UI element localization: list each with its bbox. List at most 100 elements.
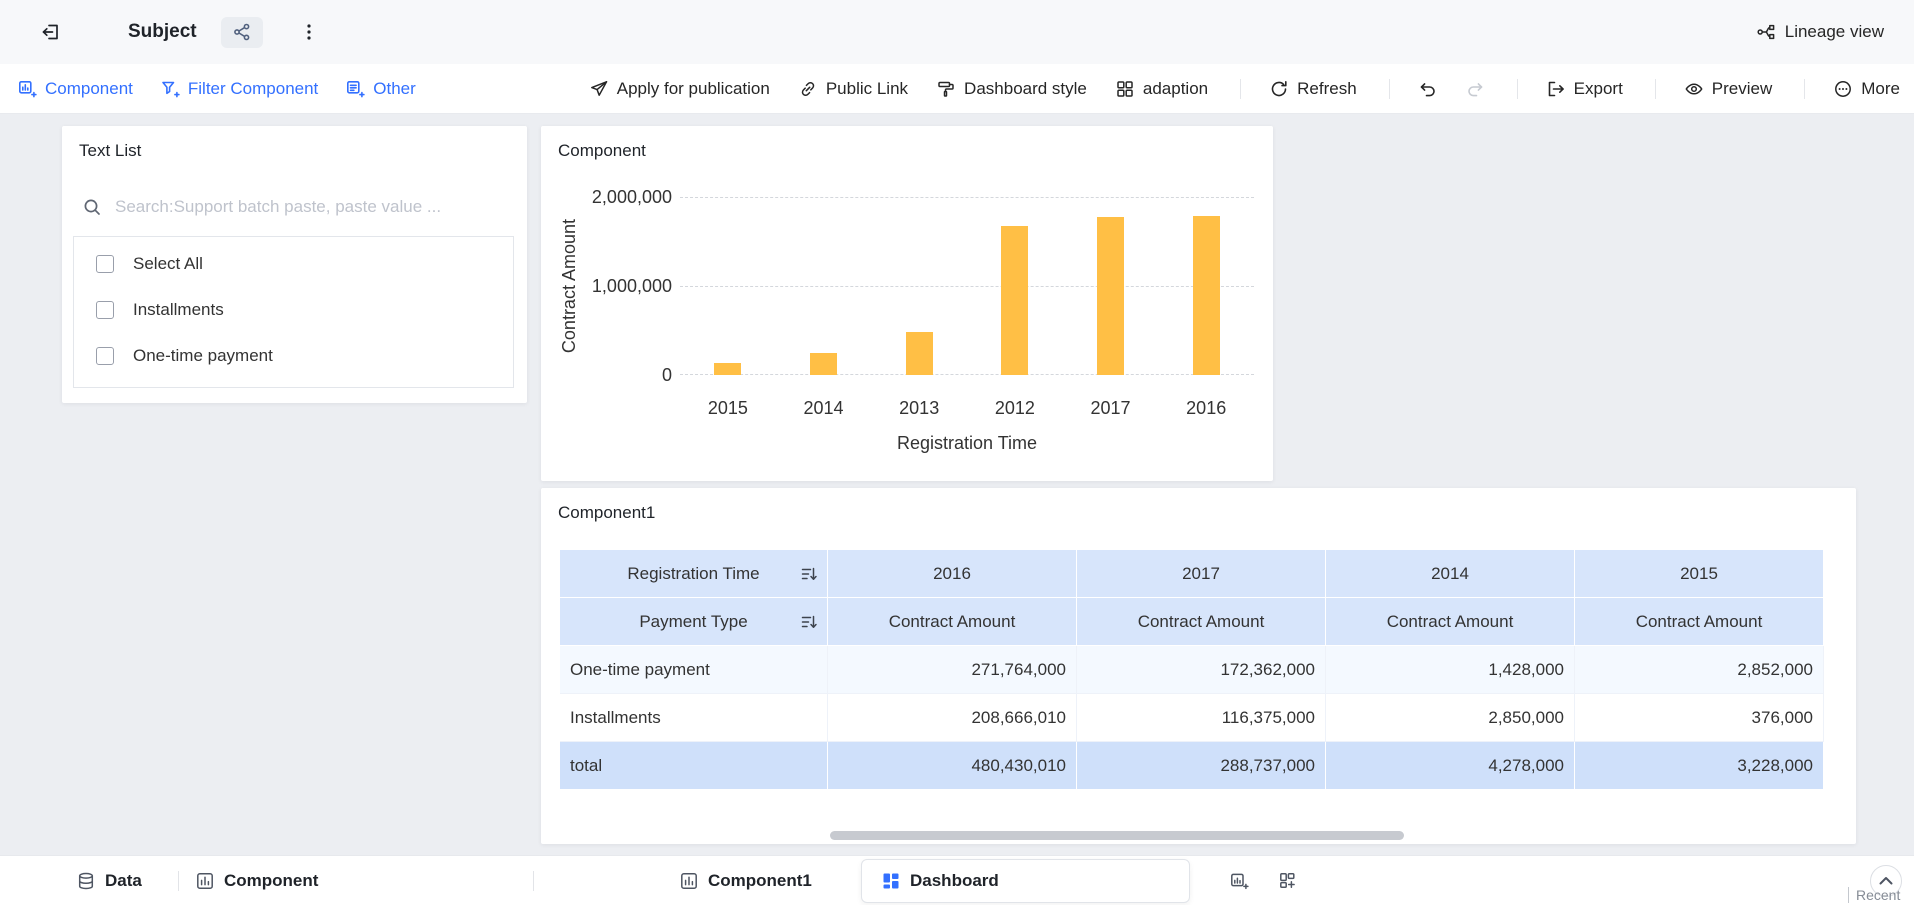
toolbar-separator — [1654, 78, 1656, 99]
tab-component-label: Component — [224, 870, 319, 890]
search-input[interactable] — [115, 197, 507, 217]
redo-icon — [1465, 79, 1485, 99]
more-menu-button[interactable] — [299, 22, 319, 42]
export-icon — [1546, 79, 1566, 99]
x-tick-2015: 2015 — [707, 398, 748, 418]
add-component-tab-button[interactable] — [1229, 871, 1249, 891]
header-cell-year: 2017 — [1077, 550, 1326, 598]
filter-option-one-time-payment[interactable]: One-time payment — [74, 333, 513, 379]
bar-2017[interactable] — [1097, 217, 1125, 375]
recent-label[interactable]: Recent — [1848, 887, 1900, 903]
x-tick-row: 2015 2014 2013 2012 2017 2016 — [680, 398, 1254, 419]
cell-value: 376,000 — [1575, 694, 1824, 742]
search-icon — [82, 197, 102, 217]
bar-slot — [1063, 197, 1159, 375]
header-cell-measure: Contract Amount — [1077, 598, 1326, 646]
tab-component1[interactable]: Component1 — [679, 856, 812, 905]
dashboard-canvas: Text List Select All Installments — [0, 114, 1914, 855]
add-filter-component-button[interactable]: Filter Component — [160, 79, 318, 99]
bar-2014[interactable] — [810, 352, 837, 375]
tab-data[interactable]: Data — [76, 856, 142, 905]
bar-slot — [967, 197, 1063, 375]
search-row — [82, 197, 507, 217]
component-icon — [17, 79, 37, 99]
export-label: Export — [1573, 78, 1623, 98]
apply-publication-label: Apply for publication — [616, 78, 770, 98]
toolbar: Component Filter Component Other Apply f… — [0, 64, 1914, 114]
table-subheader-row: Payment Type Contract Amount Contract Am… — [560, 598, 1824, 646]
lineage-view-button[interactable]: Lineage view — [1756, 22, 1884, 42]
text-list-filter-card[interactable]: Text List Select All Installments — [62, 126, 527, 403]
bar-2013[interactable] — [905, 332, 933, 375]
filter-card-title: Text List — [79, 141, 142, 160]
link-icon — [798, 79, 818, 99]
add-component-button[interactable]: Component — [17, 79, 133, 99]
other-icon — [345, 79, 365, 99]
add-other-label: Other — [373, 78, 416, 98]
bar-2016[interactable] — [1192, 215, 1220, 375]
bar-chart-icon — [195, 871, 215, 891]
refresh-button[interactable]: Refresh — [1269, 79, 1357, 99]
header-cell-measure: Contract Amount — [1575, 598, 1824, 646]
add-other-button[interactable]: Other — [345, 79, 416, 99]
tab-separator — [178, 871, 179, 891]
tab-dashboard-label: Dashboard — [910, 871, 999, 890]
tab-component[interactable]: Component — [195, 856, 318, 905]
dashboard-style-button[interactable]: Dashboard style — [936, 79, 1087, 99]
header-cell-measure: Contract Amount — [828, 598, 1077, 646]
toolbar-left-group: Component Filter Component Other — [17, 79, 416, 99]
sort-icon[interactable] — [800, 613, 818, 631]
toolbar-separator — [1388, 78, 1390, 99]
toolbar-separator — [1516, 78, 1518, 99]
relation-view-button[interactable] — [220, 16, 263, 48]
undo-button[interactable] — [1418, 79, 1438, 99]
preview-label: Preview — [1711, 78, 1773, 98]
checkbox-icon[interactable] — [96, 255, 114, 273]
public-link-button[interactable]: Public Link — [798, 79, 908, 99]
preview-button[interactable]: Preview — [1684, 79, 1772, 99]
cell-value: 271,764,000 — [828, 646, 1077, 694]
filter-option-list: Select All Installments One-time payment — [73, 236, 514, 388]
exit-button[interactable] — [40, 21, 62, 43]
eye-icon — [1684, 79, 1704, 99]
row-label: One-time payment — [560, 646, 828, 694]
filter-option-select-all[interactable]: Select All — [74, 241, 513, 287]
table-card-title: Component1 — [558, 503, 656, 522]
kebab-icon — [299, 22, 319, 42]
bar-slot — [680, 197, 776, 375]
y-tick-label: 0 — [661, 365, 672, 385]
checkbox-icon[interactable] — [96, 347, 114, 365]
checkbox-icon[interactable] — [96, 301, 114, 319]
toolbar-separator — [1804, 78, 1806, 99]
table-row: One-time payment 271,764,000 172,362,000… — [560, 646, 1824, 694]
bar-chart-icon — [679, 871, 699, 891]
add-component-label: Component — [45, 78, 133, 98]
bar-2015[interactable] — [714, 362, 742, 375]
horizontal-scrollbar-thumb[interactable] — [830, 831, 1404, 840]
filter-option-label: Select All — [133, 254, 203, 273]
pivot-table-card[interactable]: Component1 Registration Time 2016 2017 2… — [541, 488, 1856, 844]
adaption-button[interactable]: adaption — [1115, 79, 1208, 99]
sort-icon[interactable] — [800, 565, 818, 583]
table-total-row: total 480,430,010 288,737,000 4,278,000 … — [560, 742, 1824, 790]
apply-publication-button[interactable]: Apply for publication — [589, 79, 770, 99]
add-chart-icon — [1229, 871, 1249, 891]
dashboard-style-label: Dashboard style — [964, 78, 1087, 98]
bar-slot — [871, 197, 967, 375]
x-tick-2013: 2013 — [899, 398, 940, 418]
chart-card-title: Component — [558, 141, 646, 160]
add-dashboard-tab-button[interactable] — [1278, 871, 1298, 891]
header-cell-payment-type: Payment Type — [560, 598, 828, 646]
tab-dashboard-active[interactable]: Dashboard — [861, 859, 1190, 903]
x-tick-2012: 2012 — [994, 398, 1035, 418]
redo-button[interactable] — [1465, 79, 1485, 99]
refresh-label: Refresh — [1297, 78, 1357, 98]
bar-chart-card[interactable]: Component Contract Amount 2,000,000 1,00… — [541, 126, 1273, 481]
header-cell-year: 2014 — [1326, 550, 1575, 598]
grid-icon — [1115, 79, 1135, 99]
bar-2012[interactable] — [1001, 226, 1029, 375]
filter-option-installments[interactable]: Installments — [74, 287, 513, 333]
export-button[interactable]: Export — [1546, 79, 1623, 99]
more-button[interactable]: More — [1833, 79, 1900, 99]
x-tick-2016: 2016 — [1186, 398, 1227, 418]
